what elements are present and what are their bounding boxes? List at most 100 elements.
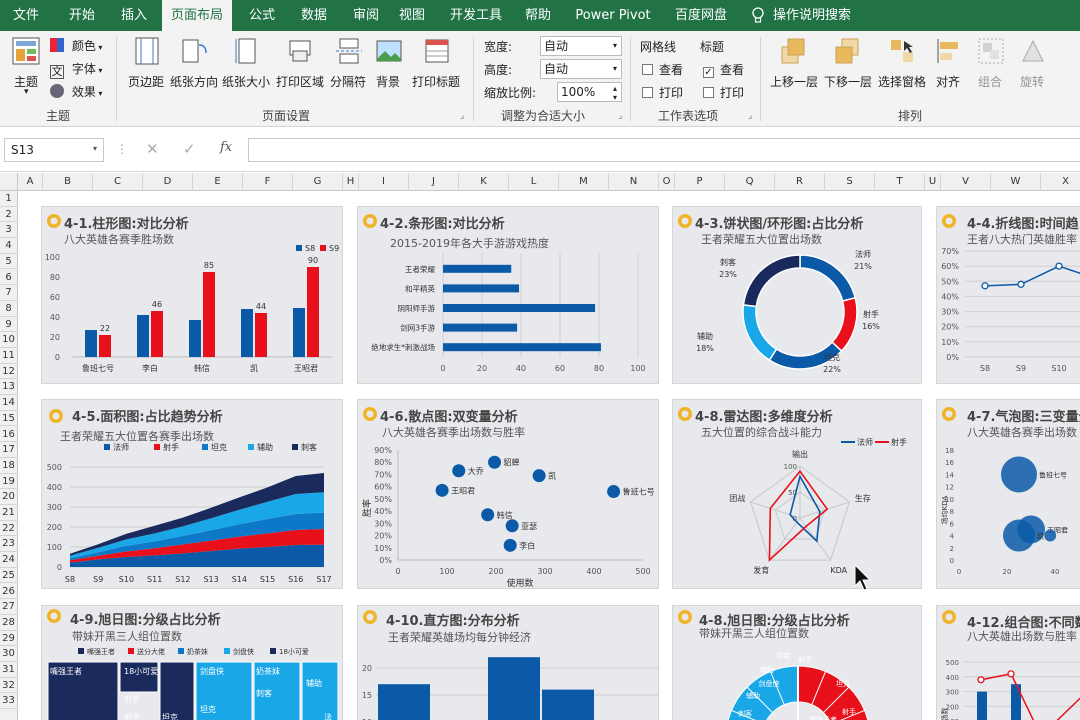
- tab-help[interactable]: 帮助: [514, 0, 562, 31]
- row-header[interactable]: 17: [0, 442, 17, 458]
- row-header[interactable]: 13: [0, 379, 17, 396]
- chart-panel-bar[interactable]: 4-2.条形图:对比分析 2015-2019年各大手游游戏热度 0 20 40 60 8…: [357, 206, 659, 384]
- column-header[interactable]: N: [609, 173, 659, 191]
- height-select[interactable]: 自动 ▾: [540, 59, 622, 79]
- column-header[interactable]: A: [18, 173, 43, 191]
- dialog-launcher-icon[interactable]: ⌟: [618, 111, 622, 121]
- themes-button[interactable]: 主题 ▾: [8, 35, 48, 103]
- column-header[interactable]: R: [775, 173, 825, 191]
- size-button[interactable]: 纸张大小: [222, 35, 272, 101]
- row-header[interactable]: 33: [0, 693, 17, 710]
- column-header[interactable]: E: [193, 173, 243, 191]
- row-header[interactable]: 4: [0, 238, 17, 254]
- row-header[interactable]: 27: [0, 599, 17, 615]
- width-select[interactable]: 自动 ▾: [540, 36, 622, 56]
- worksheet[interactable]: 4-1.柱形图:对比分析 八大英雄各赛季胜场数 S8 S9 0 20 40 60 80 100…: [19, 191, 1080, 720]
- row-header[interactable]: 31: [0, 662, 17, 678]
- scale-stepper[interactable]: 100% ▴ ▾: [557, 82, 622, 102]
- row-header[interactable]: 12: [0, 364, 17, 380]
- tab-page-layout[interactable]: 页面布局: [162, 0, 232, 31]
- tab-data[interactable]: 数据: [288, 0, 340, 31]
- select-all-corner[interactable]: [0, 173, 18, 191]
- send-backward-button[interactable]: 下移一层: [822, 35, 874, 101]
- colors-button[interactable]: 颜色 ▾: [50, 37, 106, 55]
- cancel-icon[interactable]: ✕: [146, 140, 159, 158]
- formula-input[interactable]: [248, 138, 1080, 162]
- row-header[interactable]: 24: [0, 552, 17, 568]
- gridlines-view-checkbox[interactable]: 查看: [642, 61, 683, 78]
- column-header[interactable]: F: [243, 173, 293, 191]
- row-header[interactable]: 6: [0, 270, 17, 286]
- row-header[interactable]: 28: [0, 615, 17, 631]
- fonts-button[interactable]: 文 字体 ▾: [50, 60, 106, 79]
- fx-icon[interactable]: fx: [220, 140, 232, 155]
- tab-view[interactable]: 视图: [386, 0, 438, 31]
- chart-panel-bubble[interactable]: 4-7.气泡图:三变量分 八大英雄各赛季出场数 0 2 4 6 8 10 12 14 16 18 0…: [936, 399, 1080, 589]
- column-header[interactable]: L: [509, 173, 559, 191]
- print-titles-button[interactable]: 打印标题: [410, 35, 464, 101]
- chart-panel-radar[interactable]: 4-8.雷达图:多维度分析 五大位置的综合战斗能力 输出 生存 KDA 发育 团战 0 50…: [672, 399, 922, 589]
- tab-baidu-netdisk[interactable]: 百度网盘: [664, 0, 738, 31]
- chart-panel-area[interactable]: 4-5.面积图:占比趋势分析 王者荣耀五大位置各赛季出场数 0 100 200 300…: [41, 399, 343, 589]
- chart-panel-donut[interactable]: 4-3.饼状图/环形图:占比分析 王者荣耀五大位置出场数 法师 21% 射手 16% 坦…: [672, 206, 922, 384]
- align-button[interactable]: 对齐: [930, 35, 968, 101]
- headings-print-checkbox[interactable]: 打印: [703, 84, 744, 101]
- row-header[interactable]: 5: [0, 254, 17, 270]
- name-box[interactable]: S13 ▾: [4, 138, 104, 162]
- orientation-button[interactable]: 纸张方向: [170, 35, 220, 101]
- tab-file[interactable]: 文件: [0, 0, 52, 31]
- column-header[interactable]: X: [1041, 173, 1080, 191]
- column-header[interactable]: U: [925, 173, 941, 191]
- column-header[interactable]: B: [43, 173, 93, 191]
- row-header[interactable]: 20: [0, 489, 17, 505]
- tell-me-search[interactable]: 操作说明搜索: [772, 0, 852, 31]
- chart-panel-histogram[interactable]: 4-10.直方图:分布分析 王者荣耀英雄场均每分钟经济 101520: [357, 605, 659, 720]
- column-header[interactable]: K: [459, 173, 509, 191]
- tab-insert[interactable]: 插入: [108, 0, 160, 31]
- background-button[interactable]: 背景: [372, 35, 406, 101]
- effects-button[interactable]: 效果 ▾: [50, 83, 106, 101]
- row-header[interactable]: 23: [0, 536, 17, 553]
- column-header[interactable]: G: [293, 173, 343, 191]
- column-header[interactable]: H: [343, 173, 359, 191]
- chart-panel-sunburst[interactable]: 4-8.旭日图:分级占比分析 带妹开黑三人组位置数 嘴强王者 坦克 射手 辅助 刺客 剑盘…: [672, 605, 922, 720]
- row-header[interactable]: 19: [0, 474, 17, 490]
- row-header[interactable]: 10: [0, 332, 17, 348]
- selection-pane-button[interactable]: 选择窗格: [876, 35, 928, 101]
- row-header[interactable]: 7: [0, 285, 17, 301]
- row-header[interactable]: 11: [0, 348, 17, 364]
- tab-developer[interactable]: 开发工具: [444, 0, 508, 31]
- chart-panel-treemap[interactable]: 4-9.旭日图:分级占比分析 带妹开黑三人组位置数 嘴强王者 送分大佬 奶茶妹 剑盘侠…: [41, 605, 343, 720]
- column-header[interactable]: P: [675, 173, 725, 191]
- row-header[interactable]: 8: [0, 301, 17, 317]
- row-header[interactable]: 25: [0, 568, 17, 584]
- rotate-button[interactable]: 旋转: [1014, 35, 1052, 101]
- column-header[interactable]: O: [659, 173, 675, 191]
- row-header[interactable]: 22: [0, 521, 17, 537]
- chart-panel-line[interactable]: 4-4.折线图:时间趋 王者八大热门英雄胜率 0% 10% 20% 30% 40% 50%…: [936, 206, 1080, 384]
- column-header[interactable]: D: [143, 173, 193, 191]
- row-header[interactable]: 16: [0, 427, 17, 443]
- column-header[interactable]: J: [409, 173, 459, 191]
- row-header[interactable]: 9: [0, 317, 17, 333]
- chart-panel-combo[interactable]: 4-12.组合图:不同数 八大英雄出场数与胜率 0100200300400500…: [936, 605, 1080, 720]
- row-header[interactable]: 32: [0, 678, 17, 694]
- row-header[interactable]: 18: [0, 458, 17, 474]
- column-header[interactable]: C: [93, 173, 143, 191]
- row-header[interactable]: 2: [0, 207, 17, 223]
- group-objects-button[interactable]: 组合: [972, 35, 1010, 101]
- column-header[interactable]: M: [559, 173, 609, 191]
- row-header[interactable]: 15: [0, 411, 17, 427]
- breaks-button[interactable]: 分隔符: [328, 35, 370, 101]
- column-header[interactable]: W: [991, 173, 1041, 191]
- tab-review[interactable]: 审阅: [340, 0, 392, 31]
- chart-panel-scatter[interactable]: 4-6.散点图:双变量分析 八大英雄各赛季出场数与胜率 0% 10% 20% 30% 4…: [357, 399, 659, 589]
- margins-button[interactable]: 页边距: [126, 35, 168, 101]
- row-header[interactable]: 29: [0, 631, 17, 647]
- column-header[interactable]: S: [825, 173, 875, 191]
- headings-view-checkbox[interactable]: ✓ 查看: [703, 61, 744, 78]
- row-header[interactable]: 30: [0, 646, 17, 662]
- tab-home[interactable]: 开始: [56, 0, 108, 31]
- row-header[interactable]: 3: [0, 222, 17, 239]
- column-header[interactable]: T: [875, 173, 925, 191]
